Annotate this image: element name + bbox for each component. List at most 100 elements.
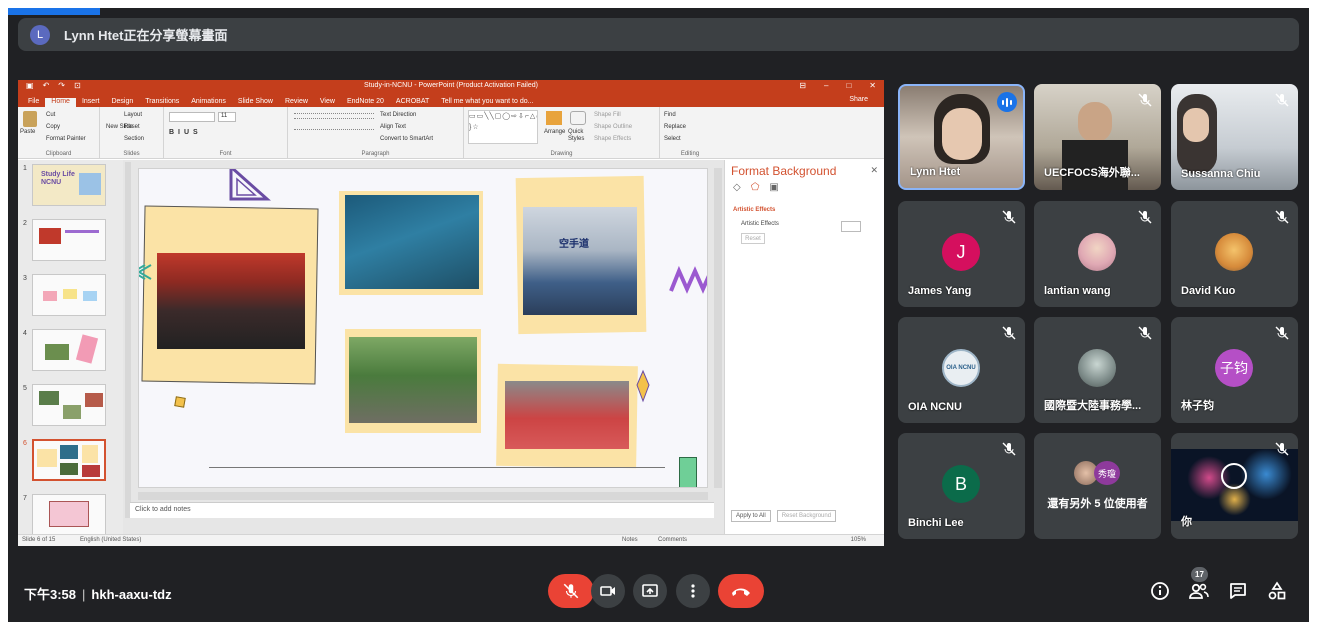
quick-styles-icon[interactable] xyxy=(570,111,586,125)
slide-thumb-5[interactable] xyxy=(32,384,106,426)
hiking-photo[interactable] xyxy=(349,337,477,423)
chat-button[interactable] xyxy=(1227,580,1249,602)
ribbon-group-clipboard: Paste Cut Copy Format Painter Clipboard xyxy=(18,107,100,158)
reset-effects-button[interactable]: Reset xyxy=(741,233,765,244)
tab-review[interactable]: Review xyxy=(279,98,314,107)
zoom-level[interactable]: 105% xyxy=(851,537,866,543)
layout-button[interactable]: Layout xyxy=(124,109,142,121)
people-button[interactable] xyxy=(1188,580,1210,602)
shapes-gallery[interactable]: ▭▭╲╲▢◯⇨⇩⌐△⌐⌐⇨☆△△⌒⌒{ }☆ xyxy=(468,110,538,144)
artistic-effects-dropdown[interactable] xyxy=(841,221,861,232)
language-status[interactable]: English (United States) xyxy=(80,537,141,543)
activities-button[interactable] xyxy=(1266,580,1288,602)
minimize-icon[interactable]: – xyxy=(824,81,828,90)
slide-thumb-1[interactable]: Study Life NCNU xyxy=(32,164,106,206)
slide-vertical-scrollbar[interactable] xyxy=(714,168,722,488)
notes-pane[interactable]: Click to add notes xyxy=(130,502,714,518)
ribbon-display-icon[interactable]: ⊟ xyxy=(799,81,806,90)
meeting-code[interactable]: hkh-aaxu-tdz xyxy=(91,587,171,602)
tab-acrobat[interactable]: ACROBAT xyxy=(390,98,435,107)
effects-icon[interactable]: ⬠ xyxy=(751,182,760,193)
participant-tile[interactable]: 子钧 林子钧 xyxy=(1171,317,1298,423)
fill-icon[interactable]: ◇ xyxy=(733,182,741,193)
cut-button[interactable]: Cut xyxy=(46,109,86,121)
thumb-photo xyxy=(39,228,61,244)
tab-file[interactable]: File xyxy=(22,98,45,107)
participant-tile[interactable]: 國際暨大陸事務學... xyxy=(1034,317,1161,423)
font-size-field[interactable]: 11 xyxy=(218,112,236,122)
zigzag-decoration xyxy=(669,265,707,294)
paste-icon[interactable] xyxy=(23,111,37,127)
arrange-icon[interactable] xyxy=(546,111,562,125)
participant-tile[interactable]: lantian wang xyxy=(1034,201,1161,307)
font-name-field[interactable] xyxy=(169,112,215,122)
text-direction-button[interactable]: Text Direction xyxy=(380,109,433,121)
share-button[interactable]: Share xyxy=(843,96,874,105)
select-button[interactable]: Select xyxy=(664,133,686,145)
maximize-icon[interactable]: □ xyxy=(846,81,851,90)
replace-button[interactable]: Replace xyxy=(664,121,686,133)
copy-button[interactable]: Copy xyxy=(46,121,86,133)
more-options-button[interactable] xyxy=(676,574,710,608)
find-button[interactable]: Find xyxy=(664,109,686,121)
present-screen-button[interactable] xyxy=(633,574,667,608)
tab-design[interactable]: Design xyxy=(105,98,139,107)
karate-team-photo[interactable]: 空手道 xyxy=(523,207,637,315)
tab-transitions[interactable]: Transitions xyxy=(139,98,185,107)
slide-thumb-4[interactable] xyxy=(32,329,106,371)
thumbnail-scrollbar[interactable] xyxy=(125,162,131,518)
meeting-details-button[interactable] xyxy=(1149,580,1171,602)
close-icon[interactable]: ✕ xyxy=(869,81,876,90)
slide-thumb-6[interactable] xyxy=(32,439,106,481)
shape-effects-button[interactable]: Shape Effects xyxy=(594,133,632,145)
tab-view[interactable]: View xyxy=(314,98,341,107)
reset-background-button[interactable]: Reset Background xyxy=(776,510,837,522)
close-icon[interactable]: ✕ xyxy=(870,165,878,176)
tab-slide-show[interactable]: Slide Show xyxy=(232,98,279,107)
quick-styles-button[interactable]: Quick Styles xyxy=(568,129,588,143)
shape-outline-button[interactable]: Shape Outline xyxy=(594,121,632,133)
event-photo[interactable] xyxy=(505,381,629,449)
tab-home[interactable]: Home xyxy=(45,98,76,107)
participant-tile[interactable]: OIA NCNU OIA NCNU xyxy=(898,317,1025,423)
participant-tile[interactable]: B Binchi Lee xyxy=(898,433,1025,539)
slide-thumb-7[interactable] xyxy=(32,494,106,534)
bullets-icon[interactable] xyxy=(294,113,374,119)
section-button[interactable]: Section xyxy=(124,133,144,145)
leave-call-button[interactable] xyxy=(718,574,764,608)
comments-toggle[interactable]: Comments xyxy=(658,537,687,543)
arrange-button[interactable]: Arrange xyxy=(544,129,565,135)
reset-button[interactable]: Reset xyxy=(124,121,140,133)
rowing-photo[interactable] xyxy=(345,195,479,289)
alignment-icon[interactable] xyxy=(294,129,374,135)
notes-toggle[interactable]: Notes xyxy=(622,537,638,543)
participant-face xyxy=(942,108,982,160)
participant-tile[interactable]: Sussanna Chiu xyxy=(1171,84,1298,190)
font-format-buttons[interactable]: BIUS xyxy=(169,129,202,136)
camera-toggle-button[interactable] xyxy=(591,574,625,608)
slide-thumb-2[interactable] xyxy=(32,219,106,261)
participant-name: OIA NCNU xyxy=(908,401,962,413)
participant-tile[interactable]: David Kuo xyxy=(1171,201,1298,307)
participant-tile[interactable]: UECFOCS海外聯... xyxy=(1034,84,1161,190)
participant-tile-self[interactable]: 你 xyxy=(1171,433,1298,539)
slide-horizontal-scrollbar[interactable] xyxy=(138,492,708,500)
paste-button[interactable]: Paste xyxy=(20,129,35,135)
tell-me-search[interactable]: Tell me what you want to do... xyxy=(435,98,539,107)
shape-fill-button[interactable]: Shape Fill xyxy=(594,109,632,121)
participant-tile[interactable]: Lynn Htet xyxy=(898,84,1025,190)
artistic-effects-section[interactable]: Artistic Effects xyxy=(733,207,884,213)
participant-tile[interactable]: J James Yang xyxy=(898,201,1025,307)
group-photo[interactable] xyxy=(157,253,305,349)
tab-endnote[interactable]: EndNote 20 xyxy=(341,98,390,107)
tab-animations[interactable]: Animations xyxy=(185,98,232,107)
slide-thumb-3[interactable] xyxy=(32,274,106,316)
convert-smartart-button[interactable]: Convert to SmartArt xyxy=(380,133,433,145)
mic-toggle-button[interactable] xyxy=(548,574,594,608)
participant-tile-others[interactable]: 秀瓊 還有另外 5 位使用者 xyxy=(1034,433,1161,539)
tab-insert[interactable]: Insert xyxy=(76,98,106,107)
apply-to-all-button[interactable]: Apply to All xyxy=(731,510,771,522)
picture-icon[interactable]: ▣ xyxy=(769,182,778,193)
align-text-button[interactable]: Align Text xyxy=(380,121,433,133)
format-painter-button[interactable]: Format Painter xyxy=(46,133,86,145)
